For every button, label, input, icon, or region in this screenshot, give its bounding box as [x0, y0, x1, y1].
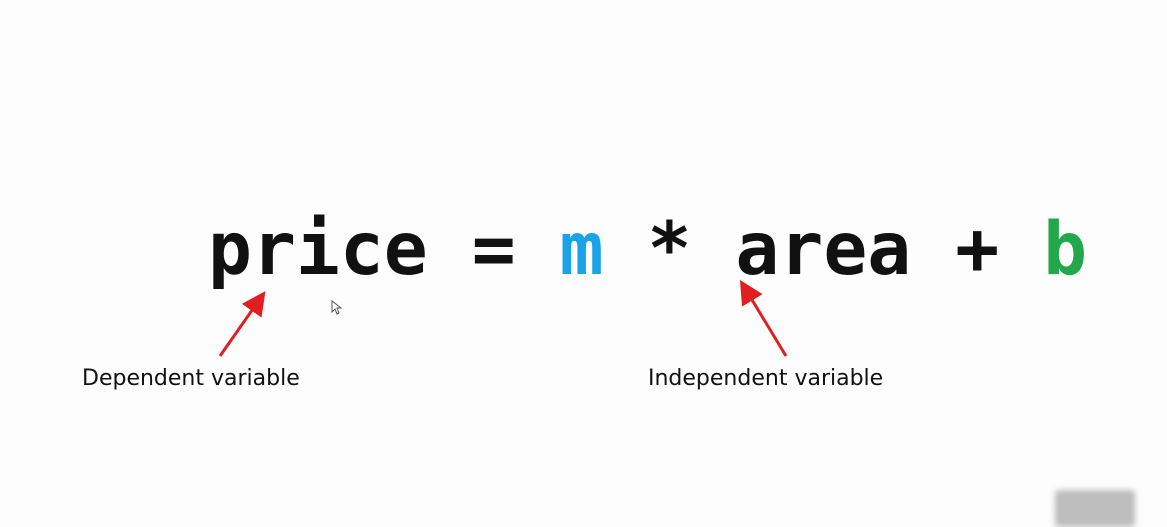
independent-arrow — [739, 279, 788, 357]
blurred-thumbnail — [1055, 490, 1135, 527]
annotation-arrows — [218, 279, 788, 357]
independent-variable-label: Independent variable — [648, 366, 884, 391]
slide-canvas: price = m * area + b Dependent variable … — [0, 0, 1167, 527]
dependent-arrow — [218, 291, 266, 357]
mouse-cursor-icon — [331, 300, 343, 315]
dependent-variable-label: Dependent variable — [82, 366, 300, 391]
